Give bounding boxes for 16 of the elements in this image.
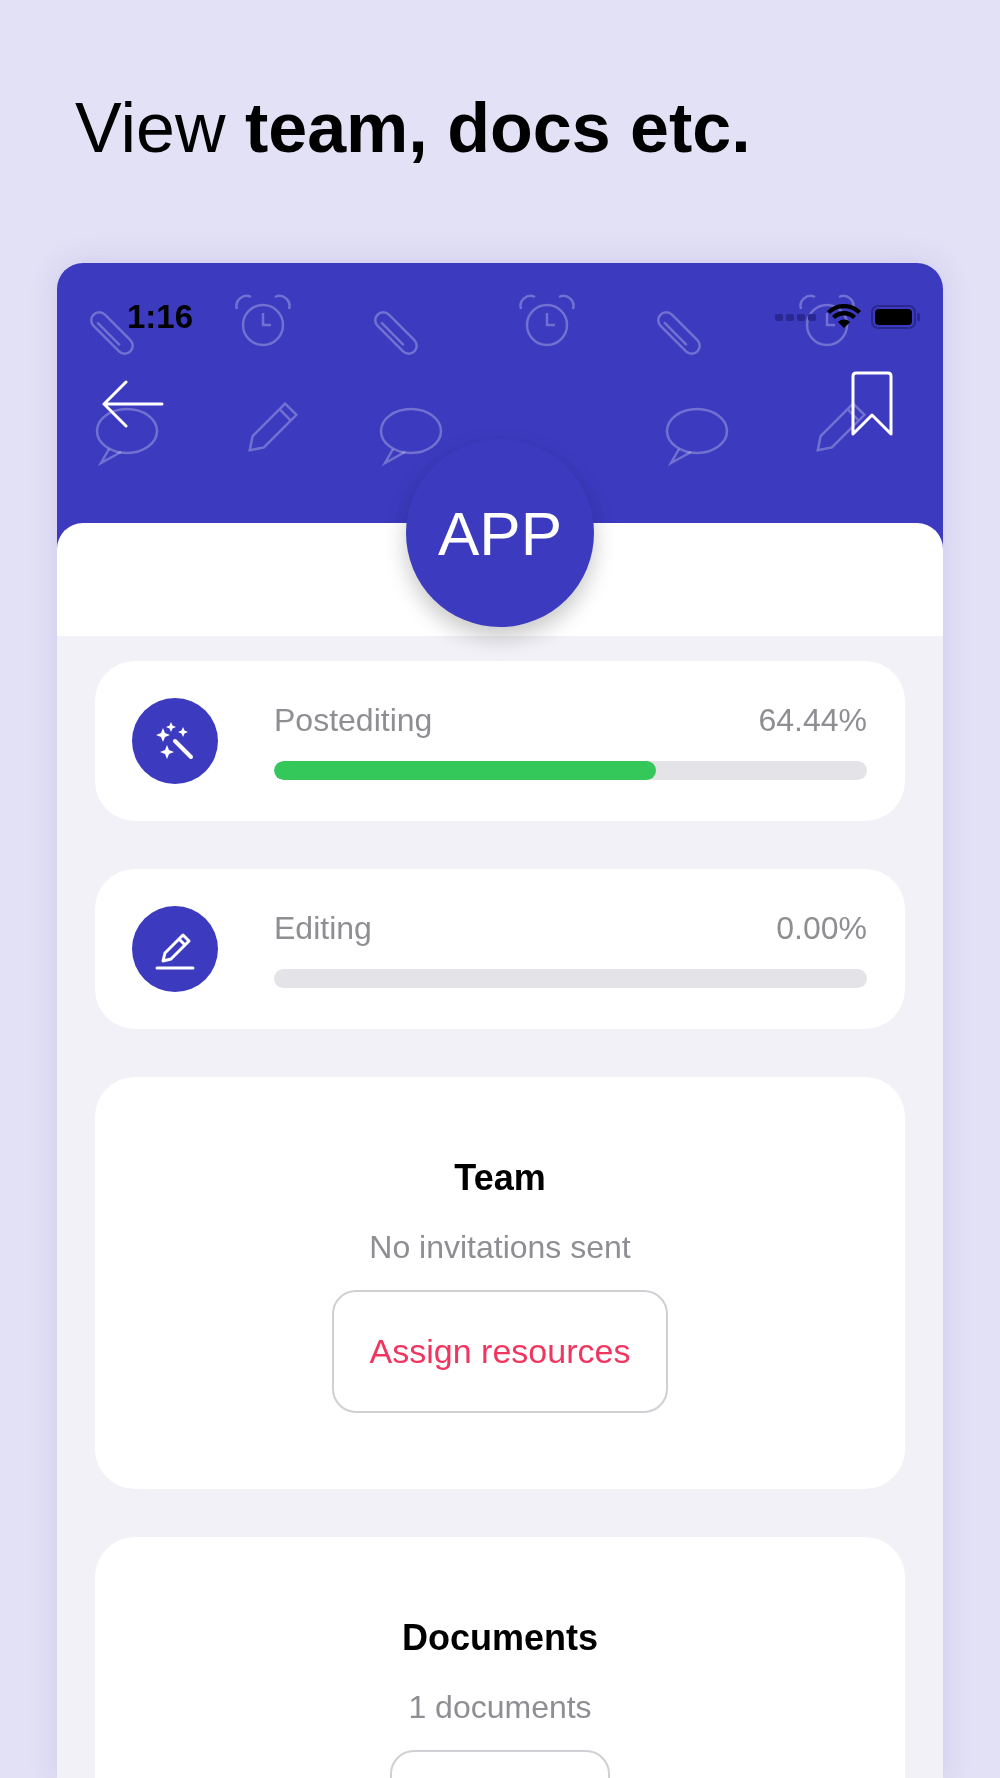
- stage-percent: 0.00%: [776, 910, 867, 947]
- signal-icon: [775, 312, 817, 322]
- status-time: 1:16: [127, 298, 194, 336]
- section-title: Team: [454, 1157, 546, 1199]
- section-title: Documents: [402, 1617, 598, 1659]
- section-subtitle: 1 documents: [408, 1689, 592, 1726]
- section-action-button[interactable]: Assign resources: [331, 1290, 669, 1413]
- bookmark-icon[interactable]: [851, 371, 893, 437]
- back-arrow-icon[interactable]: [102, 380, 164, 428]
- battery-icon: [871, 305, 921, 329]
- headline: View team, docs etc.: [74, 88, 752, 169]
- section-subtitle: No invitations sent: [369, 1229, 631, 1266]
- stage-label: Postediting: [274, 702, 433, 739]
- stage-label: Editing: [274, 910, 372, 947]
- stage-percent: 64.44%: [758, 702, 867, 739]
- wifi-icon: [827, 304, 861, 330]
